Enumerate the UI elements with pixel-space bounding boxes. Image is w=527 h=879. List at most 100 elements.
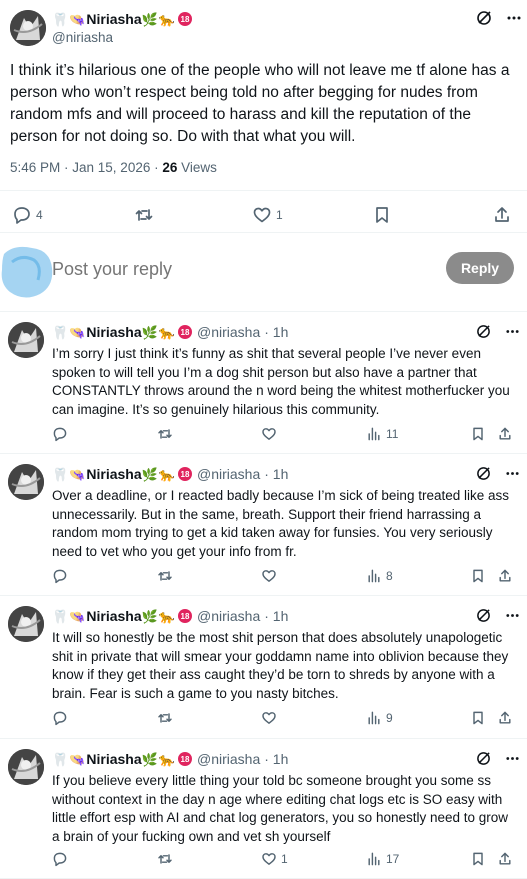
avatar[interactable] [10, 10, 46, 46]
post-time[interactable]: · 1h [264, 751, 288, 767]
views-button[interactable]: 11 [366, 426, 398, 442]
grok-icon[interactable] [476, 608, 491, 623]
post-time[interactable]: · 1h [264, 324, 288, 340]
like-button[interactable] [261, 568, 281, 584]
share-icon [499, 852, 511, 865]
share-button[interactable] [492, 205, 512, 225]
author-name-row[interactable]: 🦷 👒 Niriasha 🌿 🐆 18 @niriasha · 1h [52, 466, 288, 482]
tooth-emoji: 🦷 [52, 466, 69, 482]
handle[interactable]: @niriasha [197, 751, 260, 767]
like-button[interactable] [261, 426, 281, 442]
reply-post[interactable]: 🦷 👒 Niriasha 🌿 🐆 18 @niriasha · 1h If yo… [0, 739, 527, 879]
display-name[interactable]: Niriasha [86, 11, 141, 27]
views-button[interactable]: 9 [366, 710, 393, 726]
bookmark-button[interactable] [470, 710, 486, 726]
herb-emoji: 🌿 [141, 11, 158, 27]
bookmark-button[interactable] [470, 426, 486, 442]
reply-input[interactable] [52, 259, 412, 280]
share-button[interactable] [497, 710, 513, 726]
like-button[interactable]: 1 [261, 851, 288, 867]
author-name-row[interactable]: 🦷 👒 Niriasha 🌿 🐆 18 @niriasha · 1h [52, 324, 288, 340]
tiger-emoji: 🐆 [158, 466, 175, 482]
like-button[interactable]: 1 [252, 205, 283, 225]
avatar[interactable] [8, 322, 44, 358]
grok-icon[interactable] [476, 10, 492, 26]
composer-avatar [0, 240, 56, 300]
more-icon[interactable] [506, 10, 522, 26]
like-icon [262, 712, 276, 724]
share-button[interactable] [497, 426, 513, 442]
age-badge: 18 [178, 752, 192, 766]
more-icon[interactable] [505, 324, 520, 339]
post-time[interactable]: 5:46 PM · Jan 15, 2026 · [10, 160, 159, 175]
handle[interactable]: @niriasha [52, 30, 113, 45]
tooth-emoji: 🦷 [52, 751, 69, 767]
like-count: 1 [276, 208, 283, 222]
grok-icon[interactable] [476, 324, 491, 339]
reply-post[interactable]: 🦷 👒 Niriasha 🌿 🐆 18 @niriasha · 1h I’m s… [0, 312, 527, 454]
bookmark-icon [473, 852, 483, 866]
reply-button[interactable] [52, 426, 72, 442]
like-icon [253, 207, 271, 223]
retweet-button[interactable] [157, 568, 177, 584]
age-badge: 18 [178, 12, 192, 26]
tiger-emoji: 🐆 [158, 324, 175, 340]
reply-count: 4 [36, 208, 43, 222]
share-icon [495, 207, 509, 222]
retweet-button[interactable] [157, 426, 177, 442]
avatar[interactable] [8, 749, 44, 785]
views-label: Views [181, 160, 217, 175]
author-name-row[interactable]: 🦷 👒 Niriasha 🌿 🐆 18 @niriasha · 1h [52, 751, 288, 767]
herb-emoji: 🌿 [141, 466, 158, 482]
share-button[interactable] [497, 568, 513, 584]
avatar[interactable] [8, 606, 44, 642]
grok-icon[interactable] [476, 466, 491, 481]
handle[interactable]: @niriasha [197, 466, 260, 482]
grok-icon[interactable] [476, 751, 491, 766]
views-button[interactable]: 17 [366, 851, 399, 867]
reply-button[interactable] [52, 568, 72, 584]
display-name[interactable]: Niriasha [86, 324, 141, 340]
hat-emoji: 👒 [69, 11, 86, 27]
retweet-icon [135, 209, 153, 221]
reply-text: It will so honestly be the most shit per… [52, 630, 509, 701]
more-icon[interactable] [505, 466, 520, 481]
reply-submit-button[interactable]: Reply [446, 252, 514, 284]
views-count: 8 [386, 569, 393, 583]
retweet-button[interactable] [157, 851, 177, 867]
reply-button[interactable]: 4 [12, 205, 43, 225]
author-name-row[interactable]: 🦷 👒 Niriasha 🌿 🐆 18 @niriasha · 1h [52, 608, 288, 624]
more-icon[interactable] [505, 608, 520, 623]
bookmark-button[interactable] [372, 205, 392, 225]
handle[interactable]: @niriasha [197, 608, 260, 624]
views-icon [368, 427, 380, 441]
like-button[interactable] [261, 710, 281, 726]
retweet-icon [158, 713, 172, 723]
reply-icon [53, 569, 67, 584]
bookmark-button[interactable] [470, 568, 486, 584]
tooth-emoji: 🦷 [52, 11, 69, 27]
reply-button[interactable] [52, 710, 72, 726]
post-time[interactable]: · 1h [264, 608, 288, 624]
avatar[interactable] [8, 464, 44, 500]
views-count: 17 [386, 852, 400, 866]
divider [0, 190, 527, 191]
retweet-button[interactable] [134, 205, 154, 225]
reply-icon [53, 852, 67, 867]
display-name[interactable]: Niriasha [86, 608, 141, 624]
views-button[interactable]: 8 [366, 568, 393, 584]
share-button[interactable] [497, 851, 513, 867]
display-name[interactable]: Niriasha [86, 751, 141, 767]
reply-post[interactable]: 🦷 👒 Niriasha 🌿 🐆 18 @niriasha · 1h Over … [0, 454, 527, 596]
handle[interactable]: @niriasha [197, 324, 260, 340]
author-name-row[interactable]: 🦷 👒 Niriasha 🌿 🐆 18 [52, 11, 192, 27]
reply-text: If you believe every little thing your t… [52, 773, 509, 844]
display-name[interactable]: Niriasha [86, 466, 141, 482]
retweet-button[interactable] [157, 710, 177, 726]
reply-button[interactable] [52, 851, 72, 867]
post-time[interactable]: · 1h [264, 466, 288, 482]
bookmark-button[interactable] [470, 851, 486, 867]
reply-post[interactable]: 🦷 👒 Niriasha 🌿 🐆 18 @niriasha · 1h It wi… [0, 596, 527, 739]
more-icon[interactable] [505, 751, 520, 766]
reply-icon [53, 427, 67, 442]
